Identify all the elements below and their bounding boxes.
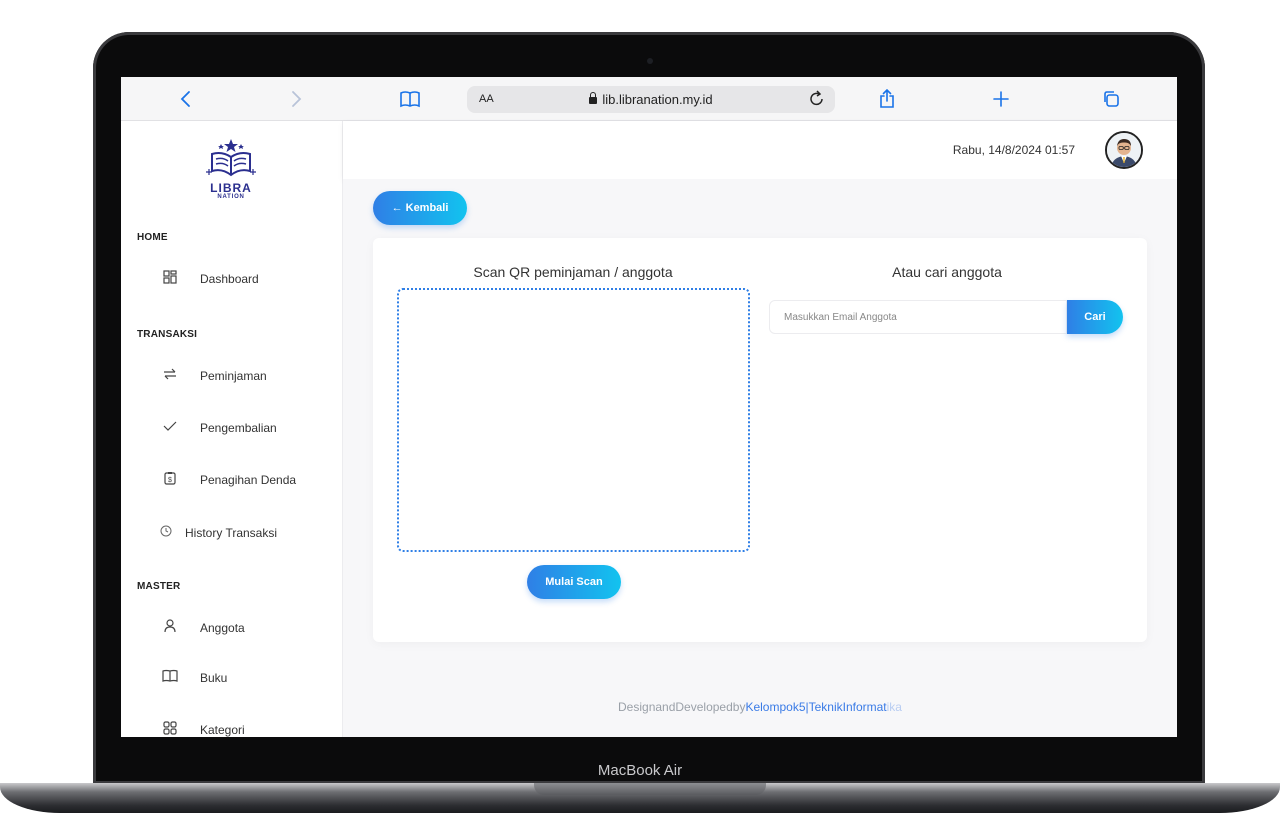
top-header: Rabu, 14/8/2024 01:57 (343, 121, 1177, 179)
user-icon (161, 617, 179, 635)
new-tab-icon[interactable] (989, 85, 1013, 113)
svg-text:$: $ (168, 477, 172, 484)
scan-card: Scan QR peminjaman / anggota Mulai Scan … (373, 238, 1147, 642)
reload-icon[interactable] (809, 89, 825, 112)
section-master: MASTER (137, 581, 181, 592)
browser-toolbar: AA lib.libranation.my.id (121, 77, 1177, 121)
user-avatar[interactable] (1105, 131, 1143, 169)
camera-icon (647, 58, 653, 64)
footer-prefix: DesignandDevelopedby (618, 700, 746, 714)
swap-icon (161, 365, 179, 383)
logo-text: LIBRA (210, 181, 252, 195)
check-icon (161, 417, 179, 435)
lock-icon (589, 92, 598, 104)
main-content: ← Kembali Scan QR peminjaman / anggota M… (343, 179, 1177, 737)
section-transaksi: TRANSAKSI (137, 329, 198, 340)
sidebar-item-peminjaman[interactable]: Peminjaman (200, 365, 267, 387)
back-chevron-icon[interactable] (173, 85, 197, 113)
tabs-overview-icon[interactable] (1099, 85, 1123, 113)
dashboard-icon (161, 268, 179, 286)
footer-credit-tail: ika (886, 700, 902, 714)
laptop-notch (534, 783, 766, 795)
sidebar: LIBRA NATION HOME Dashboard TRANSAKSI Pe… (121, 121, 343, 737)
screen: AA lib.libranation.my.id LIBRA NATION HO… (121, 77, 1177, 737)
section-home: HOME (137, 232, 168, 243)
logo-subtext: NATION (217, 194, 245, 200)
qr-scanner-area[interactable] (397, 288, 750, 552)
sidebar-item-anggota[interactable]: Anggota (200, 617, 245, 639)
sidebar-item-kategori[interactable]: Kategori (200, 719, 245, 737)
search-title: Atau cari anggota (892, 264, 1002, 280)
sidebar-item-buku[interactable]: Buku (200, 667, 227, 689)
sidebar-item-history-transaksi[interactable]: History Transaksi (185, 522, 277, 544)
receipt-icon: $ (161, 469, 179, 487)
footer: DesignandDevelopedbyKelompok5|TeknikInfo… (343, 700, 1177, 714)
share-icon[interactable] (875, 85, 899, 113)
clock-icon (157, 522, 175, 540)
start-scan-button[interactable]: Mulai Scan (527, 565, 621, 599)
libra-nation-logo[interactable]: LIBRA NATION (200, 135, 262, 207)
member-email-search-input[interactable] (769, 300, 1067, 334)
search-button[interactable]: Cari (1067, 300, 1123, 334)
sidebar-item-pengembalian[interactable]: Pengembalian (200, 417, 277, 439)
device-label: MacBook Air (597, 762, 683, 779)
category-icon (161, 719, 179, 737)
sidebar-item-dashboard[interactable]: Dashboard (200, 268, 259, 290)
footer-credit-link[interactable]: Kelompok5|TeknikInformat (745, 700, 886, 714)
book-icon (161, 667, 179, 685)
forward-chevron-icon[interactable] (285, 85, 309, 113)
current-datetime: Rabu, 14/8/2024 01:57 (952, 143, 1075, 157)
scan-title: Scan QR peminjaman / anggota (473, 264, 673, 280)
bookmarks-icon[interactable] (397, 85, 423, 113)
back-button[interactable]: ← Kembali (373, 191, 467, 225)
address-bar[interactable]: AA lib.libranation.my.id (467, 86, 835, 113)
url-text: lib.libranation.my.id (602, 92, 713, 107)
sidebar-item-penagihan-denda[interactable]: Penagihan Denda (200, 469, 296, 491)
